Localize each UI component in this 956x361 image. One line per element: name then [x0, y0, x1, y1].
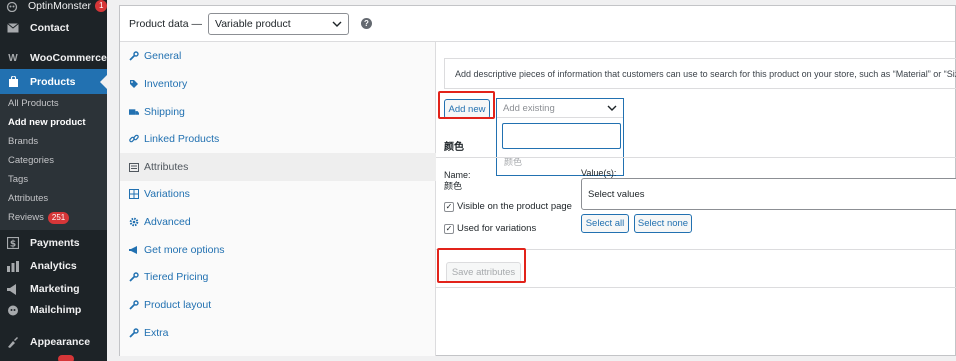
- attributes-panel: Add descriptive pieces of information th…: [436, 42, 956, 356]
- add-existing-dropdown: Add existing 颜色: [496, 98, 624, 176]
- menu-item-analytics[interactable]: Analytics: [0, 256, 107, 276]
- attribute-name-value: 颜色: [444, 181, 463, 191]
- submenu-reviews-label: Reviews: [8, 212, 44, 223]
- woo-icon: W: [8, 52, 18, 64]
- submenu-tags[interactable]: Tags: [8, 174, 28, 185]
- menu-item-woocommerce[interactable]: W WooCommerce: [0, 48, 107, 68]
- attributes-notice: Add descriptive pieces of information th…: [444, 58, 956, 89]
- tab-linked-products[interactable]: Linked Products: [120, 125, 436, 153]
- tab-shipping[interactable]: Shipping: [120, 98, 436, 126]
- link-icon: [129, 134, 139, 144]
- divider: [436, 287, 956, 288]
- gear-icon: [129, 217, 139, 227]
- wrench-icon: [129, 300, 139, 310]
- mail-icon: [6, 21, 20, 35]
- wrench-icon: [129, 51, 139, 61]
- product-data-panel: Product data — Variable product ? Genera…: [119, 5, 956, 356]
- attribute-heading[interactable]: 颜色: [444, 138, 464, 153]
- truck-icon: [129, 107, 139, 117]
- tab-extra[interactable]: Extra: [120, 319, 436, 347]
- analytics-icon: [6, 259, 20, 273]
- tab-inventory[interactable]: Inventory: [120, 70, 436, 98]
- select-none-button[interactable]: Select none: [634, 214, 692, 233]
- highlight-box-add-new: [438, 91, 495, 119]
- chevron-down-icon: [607, 103, 617, 114]
- highlight-box-save-attributes: [437, 248, 526, 283]
- optinmonster-icon: [6, 0, 18, 13]
- admin-sidebar: OptinMonster 1 Contact W WooCommerce Pro…: [0, 0, 108, 361]
- select-all-button[interactable]: Select all: [581, 214, 629, 233]
- tab-advanced[interactable]: Advanced: [120, 208, 436, 236]
- products-submenu: All Products Add new product Brands Cate…: [0, 94, 107, 230]
- submenu-categories[interactable]: Categories: [8, 155, 54, 166]
- checkbox-checked-icon[interactable]: ✓: [444, 201, 454, 212]
- attribute-values-select[interactable]: Select values: [581, 178, 956, 210]
- products-icon: [6, 75, 20, 89]
- menu-item-mailchimp[interactable]: Mailchimp: [0, 300, 107, 320]
- marketing-icon: [6, 282, 20, 296]
- attribute-name-label: Name:: [444, 170, 471, 180]
- wrench-icon: [129, 272, 139, 282]
- submenu-add-new-product[interactable]: Add new product: [8, 117, 86, 128]
- megaphone-icon: [129, 245, 139, 255]
- menu-item-marketing[interactable]: Marketing: [0, 279, 107, 299]
- payments-icon: $: [6, 236, 20, 250]
- submenu-attributes[interactable]: Attributes: [8, 193, 48, 204]
- add-existing-search-input[interactable]: [502, 123, 621, 149]
- checkbox-checked-icon[interactable]: ✓: [444, 223, 454, 234]
- tab-tiered-pricing[interactable]: Tiered Pricing: [120, 263, 436, 291]
- tab-get-more-options[interactable]: Get more options: [120, 236, 436, 264]
- menu-item-products[interactable]: Products: [0, 69, 107, 95]
- tab-attributes[interactable]: Attributes: [120, 153, 436, 181]
- appearance-icon: [6, 335, 20, 349]
- add-existing-placeholder: Add existing: [503, 102, 555, 114]
- appearance-badge: [58, 355, 74, 361]
- product-data-title: Product data —: [129, 17, 202, 30]
- attribute-values-label: Value(s):: [581, 168, 617, 178]
- submenu-all-products[interactable]: All Products: [8, 98, 59, 109]
- tag-icon: [129, 79, 139, 89]
- product-type-value: Variable product: [214, 17, 291, 30]
- svg-text:$: $: [10, 240, 16, 250]
- reviews-count-badge: 251: [47, 212, 70, 224]
- divider: [436, 157, 956, 158]
- submenu-brands[interactable]: Brands: [8, 136, 38, 147]
- tab-variations[interactable]: Variations: [120, 180, 436, 208]
- tab-product-layout[interactable]: Product layout: [120, 291, 436, 319]
- menu-item-optinmonster[interactable]: OptinMonster 1: [0, 0, 108, 16]
- menu-item-appearance[interactable]: Appearance: [0, 332, 107, 352]
- grid-icon: [129, 189, 139, 199]
- used-for-variations-checkbox[interactable]: ✓ Used for variations: [444, 223, 536, 234]
- wrench-icon: [129, 328, 139, 338]
- product-type-select[interactable]: Variable product: [207, 12, 349, 35]
- menu-item-payments[interactable]: $ Payments: [0, 233, 107, 253]
- help-icon[interactable]: ?: [360, 18, 372, 29]
- tab-general[interactable]: General: [120, 42, 436, 70]
- submenu-reviews[interactable]: Reviews 251: [8, 212, 70, 224]
- mailchimp-icon: [6, 303, 20, 317]
- visible-on-product-page-checkbox[interactable]: ✓ Visible on the product page: [444, 201, 572, 212]
- chevron-down-icon: [332, 18, 342, 30]
- attribute-name: Name: 颜色: [444, 170, 471, 192]
- product-data-tabs: General Inventory Shipping Linked Produc…: [120, 42, 436, 356]
- optinmonster-badge: 1: [95, 0, 108, 12]
- list-icon: [129, 162, 139, 172]
- menu-item-contact[interactable]: Contact: [0, 18, 107, 38]
- product-data-header: Product data — Variable product ?: [120, 6, 955, 42]
- add-existing-select[interactable]: Add existing: [497, 99, 623, 118]
